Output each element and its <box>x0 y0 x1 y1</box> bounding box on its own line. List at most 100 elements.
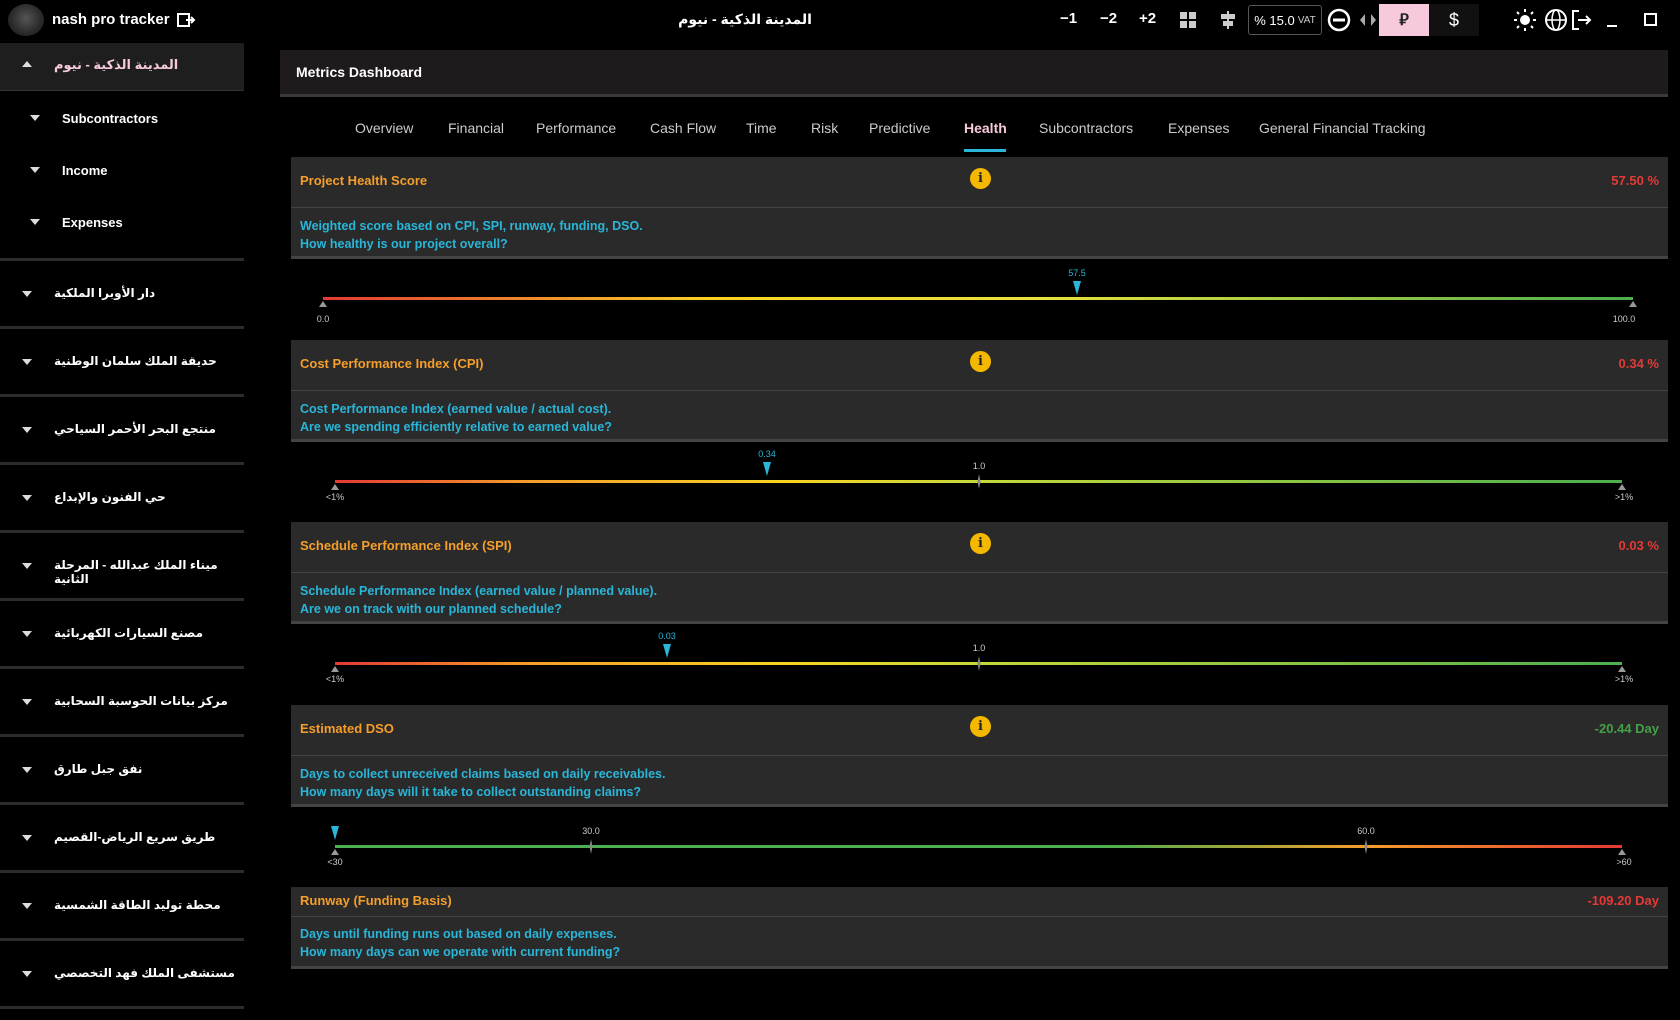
currency-usd-button[interactable]: $ <box>1429 4 1479 36</box>
sidebar-item-label: Subcontractors <box>62 111 159 126</box>
project-name: دار الأوبرا الملكية <box>54 286 156 300</box>
project-name: منتجع البحر الأحمر السياحي <box>54 422 216 436</box>
chevron-down-icon <box>22 495 32 501</box>
sidebar-project-item[interactable]: دار الأوبرا الملكية <box>0 258 244 326</box>
sidebar-active-project[interactable]: المدينة الذكية - نيوم <box>0 43 244 91</box>
gauge-min-marker <box>331 484 339 490</box>
export-icon[interactable] <box>176 10 196 30</box>
currency-riyal-button[interactable]: ⃁ <box>1379 4 1429 36</box>
align-center-icon[interactable] <box>1217 9 1239 31</box>
project-name: محطة توليد الطاقة الشمسية <box>54 898 221 912</box>
gauge-mid-label: 1.0 <box>973 643 986 653</box>
gauge-pointer <box>763 462 771 476</box>
metric-description-line: Weighted score based on CPI, SPI, runway… <box>300 219 643 233</box>
app-title: nash pro tracker <box>52 11 170 28</box>
metric-value: -109.20 Day <box>1587 893 1659 908</box>
sun-icon[interactable] <box>1513 8 1537 32</box>
sidebar-project-item[interactable]: مستشفى الملك فهد التخصصي <box>0 938 244 1006</box>
step-minus-1-button[interactable]: −1 <box>1060 10 1077 27</box>
tab-expenses[interactable]: Expenses <box>1168 120 1229 136</box>
expand-horizontal-icon[interactable] <box>1357 9 1379 31</box>
metric-description: Weighted score based on CPI, SPI, runway… <box>300 217 643 253</box>
step-minus-2-button[interactable]: −2 <box>1100 10 1117 27</box>
sidebar-project-item[interactable]: نفق جبل طارق <box>0 734 244 802</box>
app-logo <box>8 4 44 36</box>
sidebar-project-item[interactable]: طريق سريع الرياض-القصيم <box>0 802 244 870</box>
vat-rate-value: % 15.0 <box>1254 12 1295 28</box>
tab-predictive[interactable]: Predictive <box>869 120 930 136</box>
metric-value: 0.34 % <box>1618 356 1659 371</box>
active-tab-indicator <box>964 149 1006 152</box>
tab-overview[interactable]: Overview <box>355 120 413 136</box>
sidebar-item-income[interactable]: Income <box>0 147 244 199</box>
project-name: حديقة الملك سلمان الوطنية <box>54 354 217 368</box>
minus-circle-icon[interactable] <box>1327 8 1351 32</box>
metrics-tabs: Overview Financial Performance Cash Flow… <box>287 110 1668 154</box>
minimize-icon[interactable] <box>1602 9 1624 31</box>
sidebar-project-item[interactable]: مصنع السيارات الكهربائية <box>0 598 244 666</box>
info-icon[interactable]: i <box>970 716 991 737</box>
gauge-min-marker <box>331 666 339 672</box>
gauge-pointer-label: 0.34 <box>758 449 776 459</box>
info-icon[interactable]: i <box>970 351 991 372</box>
metric-title: Cost Performance Index (CPI) <box>300 356 484 371</box>
sidebar-project-item[interactable]: محطة توليد الطاقة الشمسية <box>0 870 244 938</box>
tab-performance[interactable]: Performance <box>536 120 616 136</box>
sidebar-project-item[interactable]: ميناء الملك عبدالله - المرحلة الثانية <box>0 530 244 598</box>
gauge-health-score: 0.0 100.0 57.5 <box>291 262 1668 332</box>
active-project-label: المدينة الذكية - نيوم <box>54 57 179 72</box>
tab-general-financial-tracking[interactable]: General Financial Tracking <box>1259 120 1426 136</box>
sidebar-project-item[interactable]: منتجع البحر الأحمر السياحي <box>0 394 244 462</box>
sidebar-divider <box>0 1006 244 1009</box>
logout-icon[interactable] <box>1569 8 1593 32</box>
vat-rate-field[interactable]: % 15.0 VAT <box>1248 5 1322 35</box>
metric-card-dso: Estimated DSO i -20.44 Day Days to colle… <box>291 705 1668 807</box>
tab-time[interactable]: Time <box>746 120 777 136</box>
chevron-down-icon <box>30 219 40 225</box>
metric-description-line: Cost Performance Index (earned value / a… <box>300 402 612 416</box>
sidebar-project-item[interactable]: حديقة الملك سلمان الوطنية <box>0 326 244 394</box>
metric-title: Runway (Funding Basis) <box>300 893 452 908</box>
gauge-midpoint-marker <box>977 474 981 489</box>
project-name: ميناء الملك عبدالله - المرحلة الثانية <box>54 558 218 586</box>
metric-value: 57.50 % <box>1611 173 1659 188</box>
chevron-down-icon <box>22 835 32 841</box>
metric-description-line: Days to collect unreceived claims based … <box>300 767 666 781</box>
gauge-max-marker <box>1629 301 1637 307</box>
divider <box>291 207 1668 208</box>
metric-description-line: Days until funding runs out based on dai… <box>300 927 617 941</box>
tab-risk[interactable]: Risk <box>811 120 838 136</box>
gauge-spi: 1.0 <1% >1% 0.03 <box>291 627 1668 697</box>
step-plus-2-button[interactable]: +2 <box>1139 10 1156 27</box>
gauge-min-label: 0.0 <box>317 314 330 324</box>
project-name: طريق سريع الرياض-القصيم <box>54 830 216 844</box>
chevron-down-icon <box>22 903 32 909</box>
metric-value: 0.03 % <box>1618 538 1659 553</box>
gauge-min-label: <1% <box>326 492 344 502</box>
gauge-tick-label: 60.0 <box>1357 826 1375 836</box>
maximize-icon[interactable] <box>1640 9 1662 31</box>
gauge-cpi: 1.0 <1% >1% 0.34 <box>291 445 1668 515</box>
metric-description-question: How many days will it take to collect ou… <box>300 785 642 799</box>
tab-cash-flow[interactable]: Cash Flow <box>650 120 716 136</box>
sidebar-item-expenses[interactable]: Expenses <box>0 199 244 251</box>
grid-icon[interactable] <box>1177 9 1199 31</box>
tab-subcontractors[interactable]: Subcontractors <box>1039 120 1133 136</box>
chevron-down-icon <box>30 115 40 121</box>
metric-value: -20.44 Day <box>1594 721 1659 736</box>
gauge-track <box>335 845 1622 848</box>
info-icon[interactable]: i <box>970 533 991 554</box>
metric-description: Schedule Performance Index (earned value… <box>300 582 657 618</box>
gauge-tick-marker <box>589 839 593 854</box>
sidebar-project-item[interactable]: مركز بيانات الحوسبة السحابية <box>0 666 244 734</box>
gauge-dso: 30.0 60.0 <30 >60 <box>291 810 1668 880</box>
metric-description-question: Are we spending efficiently relative to … <box>300 420 612 434</box>
tab-health[interactable]: Health <box>964 120 1007 136</box>
metric-card-cpi: Cost Performance Index (CPI) i 0.34 % Co… <box>291 340 1668 442</box>
globe-icon[interactable] <box>1544 8 1568 32</box>
info-icon[interactable]: i <box>970 168 991 189</box>
sidebar-project-item[interactable]: حي الفنون والإبداع <box>0 462 244 530</box>
tab-financial[interactable]: Financial <box>448 120 504 136</box>
divider <box>291 755 1668 756</box>
sidebar-item-subcontractors[interactable]: Subcontractors <box>0 95 244 147</box>
